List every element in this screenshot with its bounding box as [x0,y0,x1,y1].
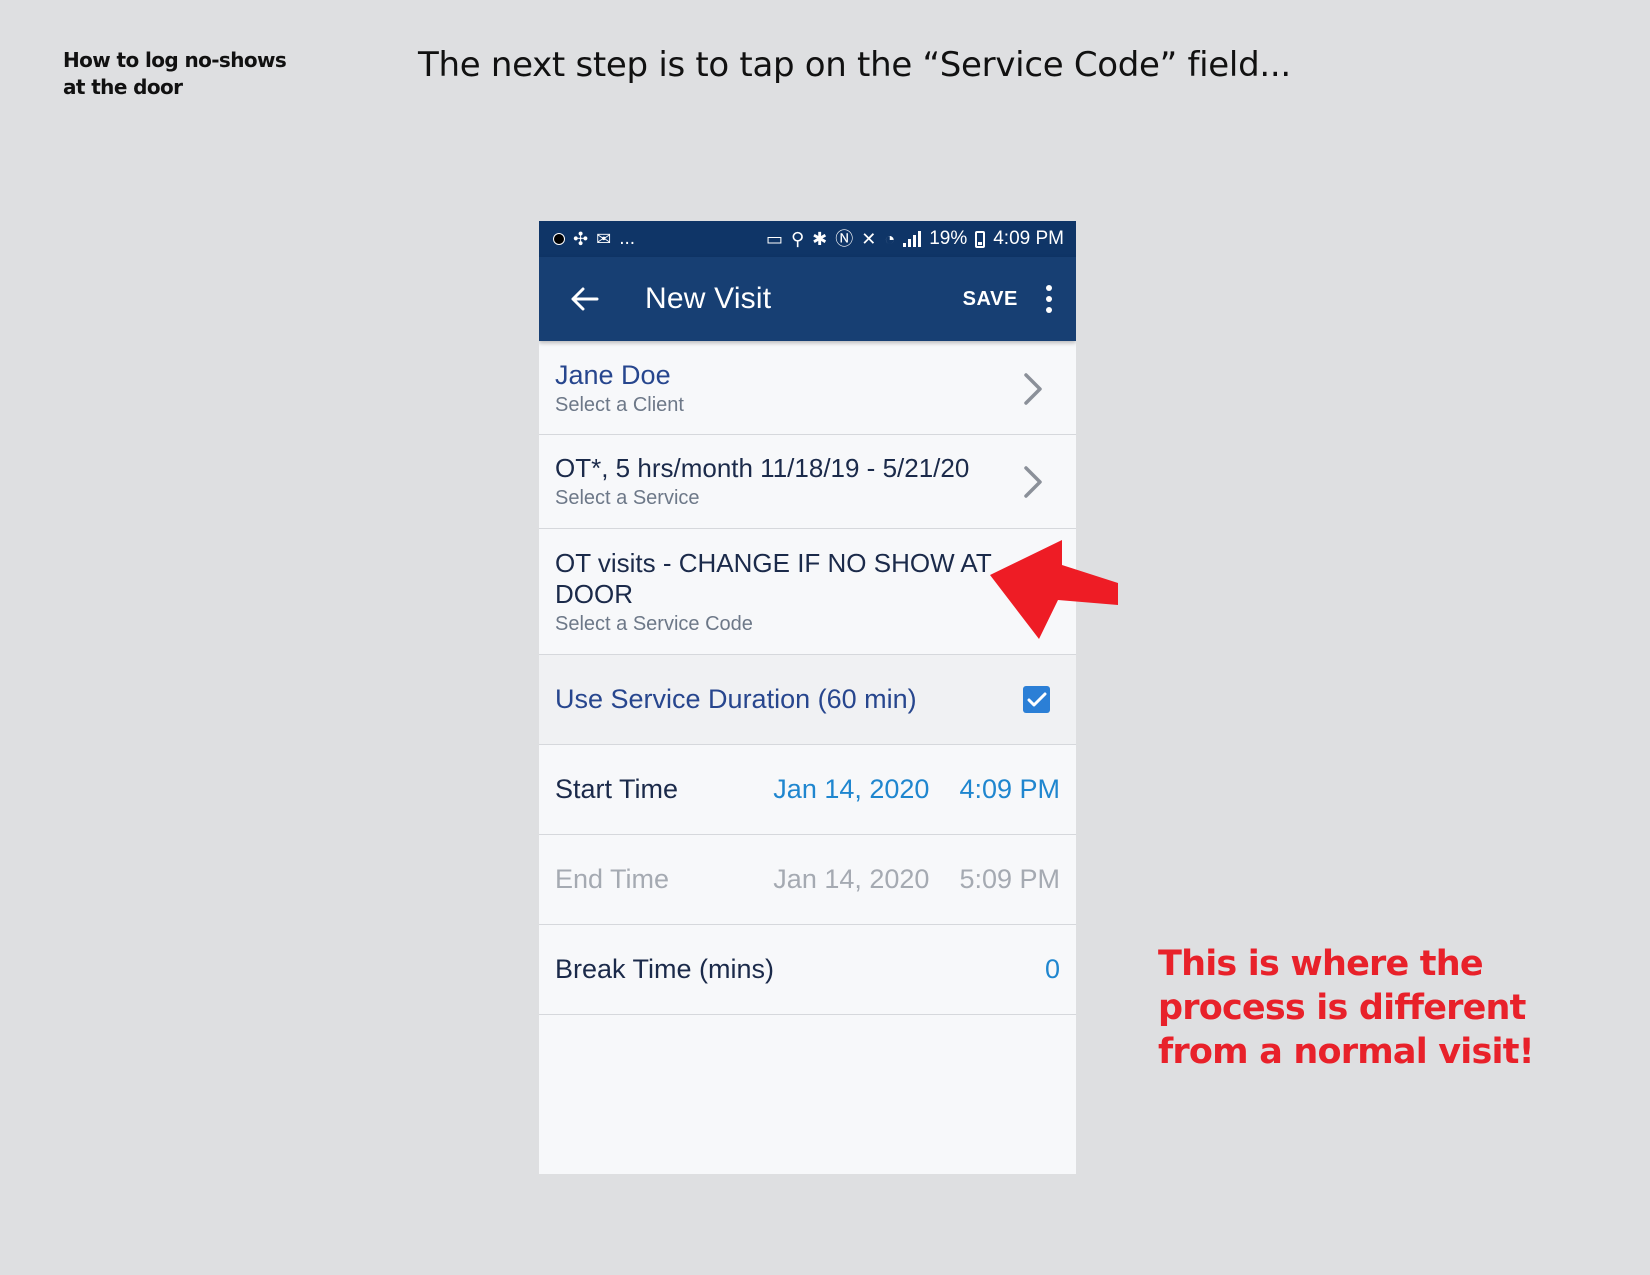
cast-icon: ▭ [765,229,783,249]
client-hint: Select a Client [555,394,684,416]
service-code-hint: Select a Service Code [555,612,753,635]
start-date-picker[interactable]: Jan 14, 2020 [773,774,929,805]
bluetooth-icon: ✱ [812,229,828,249]
break-time-label: Break Time (mins) [555,954,775,984]
service-field[interactable]: OT*, 5 hrs/month 11/18/19 - 5/21/20 Sele… [539,435,1076,529]
page-title: New Visit [645,282,772,315]
service-code-value-line2: DOOR [555,578,633,609]
red-arrow-icon [990,540,1118,639]
start-time-label: Start Time [555,774,679,804]
end-time-row: End Time Jan 14, 2020 5:09 PM [539,835,1076,925]
battery-percent: 19% [929,228,968,249]
break-time-input[interactable]: 0 [1045,954,1060,985]
use-duration-row[interactable]: Use Service Duration (60 min) [539,655,1076,745]
use-duration-label: Use Service Duration (60 min) [555,684,917,714]
callout-line2: process is different [1158,988,1526,1028]
status-more-text: ... [619,228,636,249]
record-dot-icon [553,233,565,245]
mute-icon: ✕ [861,229,877,249]
callout-line3: from a normal visit! [1158,1032,1535,1072]
end-date-picker: Jan 14, 2020 [773,864,930,894]
break-time-row[interactable]: Break Time (mins) 0 [539,925,1076,1015]
save-button[interactable]: SAVE [963,288,1018,311]
mail-icon: ✉ [596,229,612,249]
slide-label: How to log no-shows at the door [63,47,287,101]
slide-heading: The next step is to tap on the “Service … [418,45,1291,85]
slide-label-line1: How to log no-shows [63,48,287,72]
callout-text: This is where the process is different f… [1158,942,1558,1074]
battery-icon [975,230,986,248]
app-bar: New Visit SAVE [539,257,1076,341]
service-value: OT*, 5 hrs/month 11/18/19 - 5/21/20 [555,453,970,483]
end-time-picker: 5:09 PM [959,864,1060,894]
callout-line1: This is where the [1158,944,1484,984]
arrow-left-icon[interactable] [567,281,603,317]
chevron-right-icon [1020,462,1046,502]
checkmark-icon [1027,692,1046,706]
slide-label-line2: at the door [63,75,183,99]
start-time-row: Start Time Jan 14, 2020 4:09 PM [539,745,1076,835]
service-hint: Select a Service [555,487,700,509]
client-value: Jane Doe [555,360,671,390]
client-field[interactable]: Jane Doe Select a Client [539,341,1076,435]
phone-screen: ✣ ✉ ... ▭ ⚲ ✱ Ⓝ ✕ ◔ 19% 4:09 PM New Visi… [539,221,1076,1174]
wifi-icon: ◔ [884,229,896,249]
more-vert-icon[interactable] [1044,285,1054,313]
status-bar: ✣ ✉ ... ▭ ⚲ ✱ Ⓝ ✕ ◔ 19% 4:09 PM [539,221,1076,257]
location-icon: ⚲ [790,229,805,249]
start-time-picker[interactable]: 4:09 PM [959,774,1060,805]
signal-icon [903,231,922,247]
nfc-icon: Ⓝ [835,229,854,249]
end-time-label: End Time [555,864,670,894]
service-code-value-line1: OT visits - CHANGE IF NO SHOW AT [555,547,992,578]
pinwheel-icon: ✣ [573,229,589,249]
status-time: 4:09 PM [993,228,1064,249]
use-duration-checkbox[interactable] [1023,686,1050,713]
chevron-right-icon [1020,369,1046,409]
